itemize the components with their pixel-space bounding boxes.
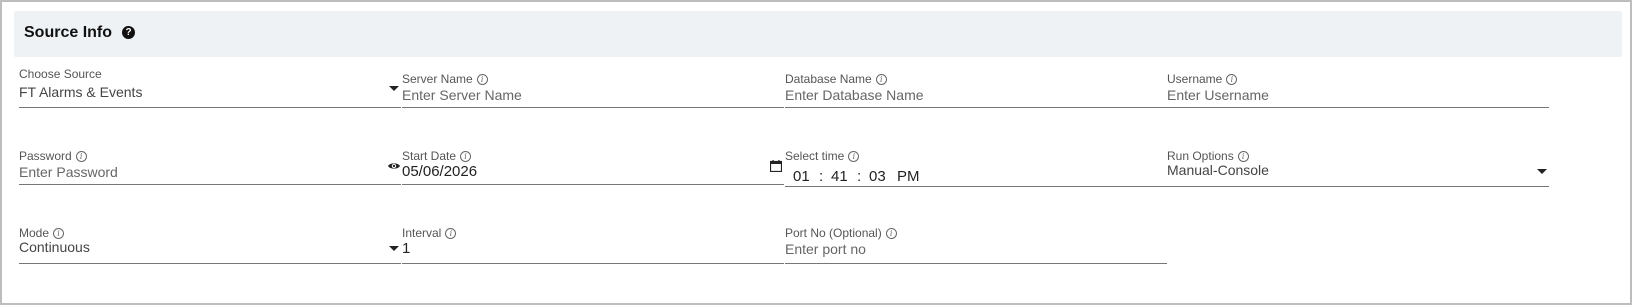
dropdown-caret-icon[interactable] xyxy=(389,246,399,251)
server-name-input[interactable]: Enter Server Name xyxy=(402,87,522,103)
choose-source-value: FT Alarms & Events xyxy=(19,84,143,100)
interval-label: Interval i xyxy=(402,226,457,240)
section-title: Source Info xyxy=(24,24,113,41)
info-icon: i xyxy=(476,74,488,85)
mode-label: Mode i xyxy=(19,226,65,240)
info-icon: i xyxy=(460,151,472,162)
info-icon: i xyxy=(1237,151,1249,162)
interval-input[interactable]: 1 xyxy=(402,240,410,257)
run-options-value: Manual-Console xyxy=(1167,162,1269,178)
username-input[interactable]: Enter Username xyxy=(1167,87,1269,103)
interval-field[interactable]: Interval i 1 xyxy=(402,226,784,264)
password-field[interactable]: Password i Enter Password xyxy=(19,149,401,185)
port-no-input[interactable]: Enter port no xyxy=(785,241,866,257)
info-icon: i xyxy=(445,228,457,239)
dropdown-caret-icon[interactable] xyxy=(389,86,399,91)
info-icon: i xyxy=(875,74,887,85)
start-date-input[interactable]: 05/06/2026 xyxy=(402,163,477,180)
calendar-icon[interactable] xyxy=(770,160,782,172)
time-separator: : xyxy=(857,168,862,185)
time-ampm[interactable]: PM xyxy=(897,168,920,185)
time-hour[interactable]: 01 xyxy=(793,168,810,185)
server-name-field[interactable]: Server Name i Enter Server Name xyxy=(402,72,784,108)
info-icon: i xyxy=(53,228,65,239)
database-name-field[interactable]: Database Name i Enter Database Name xyxy=(785,72,1167,108)
time-separator: : xyxy=(819,168,824,185)
choose-source-label: Choose Source xyxy=(19,67,102,81)
start-date-label: Start Date i xyxy=(402,149,472,163)
password-label: Password i xyxy=(19,149,87,163)
username-label: Username i xyxy=(1167,72,1238,86)
port-no-label: Port No (Optional) i xyxy=(785,226,897,240)
username-field[interactable]: Username i Enter Username xyxy=(1167,72,1549,108)
run-options-select[interactable]: Run Options i Manual-Console xyxy=(1167,149,1549,187)
database-name-label: Database Name i xyxy=(785,72,887,86)
mode-select[interactable]: Mode i Continuous xyxy=(19,226,401,264)
info-icon: i xyxy=(885,228,897,239)
select-time-field[interactable]: Select time i 01 : 41 : 03 PM xyxy=(785,149,1167,187)
eye-icon[interactable] xyxy=(387,161,401,171)
password-input[interactable]: Enter Password xyxy=(19,164,118,180)
section-header: Source Info ? xyxy=(14,11,1622,57)
source-info-panel: Source Info ? Choose Source FT Alarms & … xyxy=(0,0,1632,305)
mode-value: Continuous xyxy=(19,239,90,255)
info-icon: i xyxy=(75,151,87,162)
port-no-field[interactable]: Port No (Optional) i Enter port no xyxy=(785,226,1167,264)
select-time-label: Select time i xyxy=(785,149,860,163)
choose-source-select[interactable]: Choose Source FT Alarms & Events xyxy=(19,67,401,108)
server-name-label: Server Name i xyxy=(402,72,488,86)
time-minute[interactable]: 41 xyxy=(831,168,848,185)
help-icon[interactable]: ? xyxy=(122,26,135,39)
start-date-field[interactable]: Start Date i 05/06/2026 xyxy=(402,149,784,185)
time-second[interactable]: 03 xyxy=(869,168,886,185)
database-name-input[interactable]: Enter Database Name xyxy=(785,87,924,103)
dropdown-caret-icon[interactable] xyxy=(1537,169,1547,174)
run-options-label: Run Options i xyxy=(1167,149,1249,163)
info-icon: i xyxy=(1226,74,1238,85)
info-icon: i xyxy=(848,151,860,162)
